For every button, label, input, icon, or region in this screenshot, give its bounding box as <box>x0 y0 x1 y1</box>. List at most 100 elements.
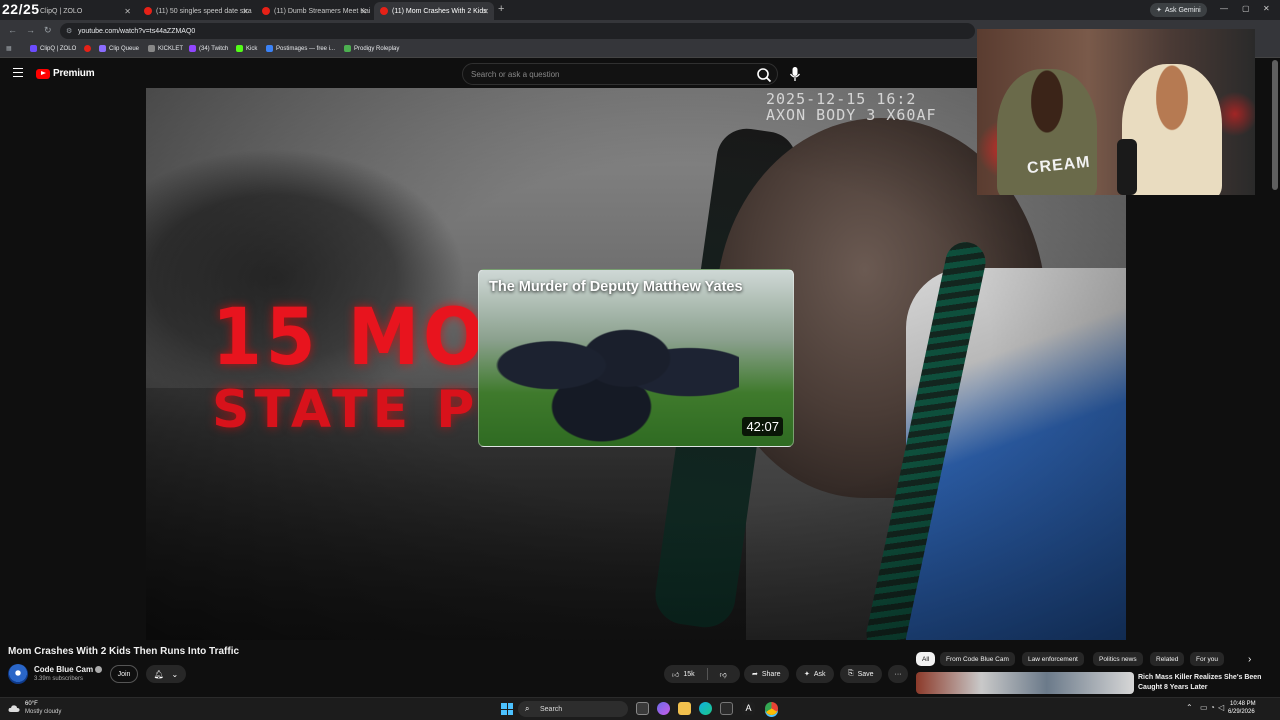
join-button[interactable]: Join <box>110 665 138 683</box>
save-button[interactable]: ⎘ Save <box>840 665 882 683</box>
bookmark-item[interactable]: KICKLET <box>148 45 183 52</box>
bookmark-icon: ⎘ <box>848 670 854 677</box>
sparkle-icon: ✦ <box>804 671 810 678</box>
close-icon[interactable]: ✕ <box>360 7 367 16</box>
chip-all[interactable]: All <box>916 652 936 666</box>
reload-icon[interactable]: ↻ <box>44 25 52 36</box>
video-title: Mom Crashes With 2 Kids Then Runs Into T… <box>8 646 240 657</box>
browser-tab[interactable]: (11) Dumb Streamers Meet Kai ✕ <box>256 2 372 20</box>
youtube-premium-logo[interactable]: Premium <box>36 68 95 79</box>
bookmark-item[interactable]: (34) Twitch <box>189 45 228 52</box>
volume-icon[interactable]: ◁ <box>1218 703 1224 712</box>
sparkle-icon: ✦ <box>1156 7 1162 14</box>
chevron-down-icon: ⌄ <box>171 669 179 679</box>
browser-tab-active[interactable]: (11) Mom Crashes With 2 Kids ✕ <box>374 2 494 20</box>
store-icon[interactable] <box>720 702 733 715</box>
end-screen-video-card[interactable]: The Murder of Deputy Matthew Yates 42:07 <box>478 269 794 447</box>
bookmark-favicon-icon <box>30 45 37 52</box>
tab-label: ClipQ | ZOLO <box>40 7 83 15</box>
tab-label: (11) Dumb Streamers Meet Kai <box>274 7 371 15</box>
kick-icon <box>236 45 243 52</box>
wifi-icon[interactable]: ◔ <box>1210 703 1215 712</box>
chevron-right-icon[interactable]: › <box>1248 654 1251 665</box>
back-arrow-icon[interactable]: ← <box>8 25 17 35</box>
ask-button[interactable]: ✦ Ask <box>796 665 834 683</box>
network-icon[interactable]: ▭ <box>1200 703 1208 712</box>
chip-politics-news[interactable]: Politics news <box>1093 652 1143 666</box>
bodycam-device-label: AXON BODY 3 X60AF <box>766 106 937 124</box>
logo-text: Premium <box>53 68 95 79</box>
like-button[interactable]: 👍︎ 15k <box>664 665 703 683</box>
bell-icon: 🔔︎ <box>153 669 164 679</box>
search-placeholder: Search or ask a question <box>471 69 560 79</box>
channel-name-link[interactable]: Code Blue Cam <box>34 665 103 674</box>
bookmark-item[interactable]: Postimages — free i... <box>266 45 335 52</box>
close-icon[interactable]: ✕ <box>482 7 489 16</box>
share-arrow-icon: ➦ <box>752 671 758 678</box>
address-bar[interactable]: ⚙ youtube.com/watch?v=ts44aZZMAQ0 <box>60 23 975 39</box>
chrome-icon[interactable] <box>765 702 778 715</box>
copilot-icon[interactable] <box>657 702 670 715</box>
ask-gemini-button[interactable]: ✦ Ask Gemini <box>1150 3 1207 17</box>
browser-tab[interactable]: ClipQ | ZOLO ✕ <box>34 2 136 20</box>
youtube-favicon-icon <box>144 7 152 15</box>
microphone-icon[interactable] <box>788 66 802 82</box>
taskbar-search[interactable]: ⌕ Search <box>518 701 628 717</box>
chip-for-you[interactable]: For you <box>1190 652 1225 666</box>
bookmark-favicon-icon <box>148 45 155 52</box>
close-icon[interactable]: ✕ <box>124 7 131 16</box>
app-icon[interactable]: A <box>742 702 755 715</box>
twitch-icon <box>189 45 196 52</box>
recommended-video-thumbnail[interactable] <box>916 672 1134 694</box>
apps-grid-icon[interactable]: ▦ <box>6 45 12 52</box>
hamburger-menu-icon[interactable] <box>13 68 23 77</box>
tab-label: (11) 50 singles speed date stra <box>156 7 252 15</box>
bookmark-label: Clip Queue <box>109 45 140 52</box>
chip-from-channel[interactable]: From Code Blue Cam <box>940 652 1015 666</box>
dislike-button[interactable]: 👎︎ <box>712 665 735 683</box>
webcam-person-right <box>1122 64 1222 195</box>
channel-avatar[interactable] <box>8 664 28 684</box>
maximize-icon[interactable]: ▢ <box>1242 4 1250 13</box>
forward-arrow-icon[interactable]: → <box>26 25 35 35</box>
clock-date[interactable]: 6/29/2026 <box>1228 709 1255 715</box>
clock-time[interactable]: 10:48 PM <box>1230 701 1256 707</box>
bookmark-label: Kick <box>246 45 258 52</box>
subscribed-notifications-button[interactable]: 🔔︎ ⌄ <box>146 665 186 683</box>
minimize-icon[interactable]: — <box>1220 4 1228 13</box>
site-info-icon[interactable]: ⚙ <box>66 27 72 35</box>
like-dislike-group: 👍︎ 15k 👎︎ <box>664 665 740 683</box>
edge-icon[interactable] <box>699 702 712 715</box>
youtube-favicon-icon <box>84 45 91 52</box>
bookmark-favicon-icon <box>99 45 106 52</box>
task-view-icon[interactable] <box>636 702 649 715</box>
cloud-icon[interactable] <box>8 703 20 713</box>
youtube-favicon-icon <box>262 7 270 15</box>
file-explorer-icon[interactable] <box>678 702 691 715</box>
more-actions-button[interactable]: ··· <box>888 665 908 683</box>
recommended-video-title[interactable]: Rich Mass Killer Realizes She's Been Cau… <box>1138 673 1268 693</box>
windows-start-icon[interactable] <box>501 703 513 715</box>
search-input[interactable]: Search or ask a question <box>462 63 778 85</box>
bookmark-favicon-icon <box>344 45 351 52</box>
browser-tab[interactable]: (11) 50 singles speed date stra ✕ <box>138 2 254 20</box>
bookmark-item[interactable]: Kick <box>236 45 257 52</box>
bookmark-item[interactable]: ClipQ | ZOLO <box>30 45 76 52</box>
ask-label: Ask <box>813 670 826 678</box>
chip-related[interactable]: Related <box>1150 652 1185 666</box>
tab-label: (11) Mom Crashes With 2 Kids <box>392 7 487 15</box>
youtube-bookmark-icon[interactable] <box>84 45 91 52</box>
close-icon[interactable]: ✕ <box>242 7 249 16</box>
close-window-icon[interactable]: ✕ <box>1263 4 1270 13</box>
bookmark-item[interactable]: Prodigy Roleplay <box>344 45 399 52</box>
share-button[interactable]: ➦ Share <box>744 665 789 683</box>
chevron-up-icon[interactable]: ⌃ <box>1186 703 1193 712</box>
verified-badge-icon <box>95 666 103 674</box>
channel-name-text: Code Blue Cam <box>34 665 94 674</box>
search-icon[interactable] <box>756 67 772 83</box>
new-tab-button[interactable]: + <box>498 3 504 15</box>
bookmark-label: Prodigy Roleplay <box>354 45 400 52</box>
page-scrollbar[interactable] <box>1272 60 1278 190</box>
chip-law-enforcement[interactable]: Law enforcement <box>1022 652 1084 666</box>
bookmark-item[interactable]: Clip Queue <box>99 45 139 52</box>
